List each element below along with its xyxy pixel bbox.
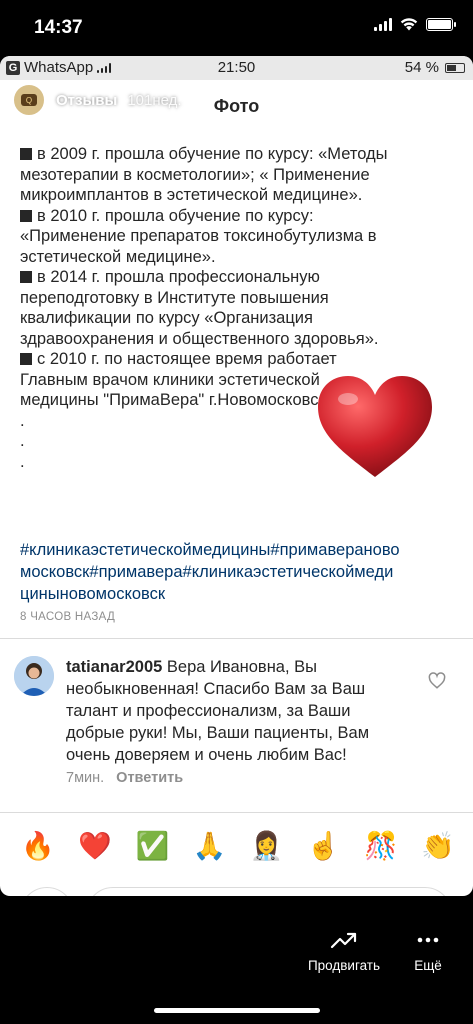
promote-label: Продвигать (307, 958, 381, 973)
promote-button[interactable]: Продвигать (300, 930, 388, 973)
post-timestamp: 8 ЧАСОВ НАЗАД (20, 611, 116, 623)
hashtag-line[interactable]: #клиникаэстетическоймедицины#примаверано… (20, 539, 460, 561)
inner-status-battery: 54 % (404, 59, 439, 76)
caption-line: в 2014 г. прошла профессиональную (20, 267, 460, 288)
caption-line: переподготовку в Институте повышения (20, 288, 460, 309)
caption-line-text: микроимплантов в эстетической медицине». (20, 186, 363, 204)
caption-line: в 2010 г. прошла обучение по курсу: (20, 206, 460, 227)
caption-line: мезотерапии в косметологии»; « Применени… (20, 165, 460, 186)
bullet-square-icon (20, 148, 32, 160)
caption-line-text: квалификации по курсу «Организация (20, 309, 313, 327)
caption-line-text: мезотерапии в косметологии»; « Применени… (20, 165, 370, 184)
comment-line-text: Вера Ивановна, Вы (166, 658, 318, 676)
caption-line-text: в 2014 г. прошла профессиональную (37, 268, 320, 286)
caption-line: в 2009 г. прошла обучение по курсу: «Мет… (20, 144, 460, 165)
post-hashtags[interactable]: #клиникаэстетическоймедицины#примаверано… (20, 539, 460, 605)
caption-line: «Применение препаратов токсинобутулизма … (20, 226, 460, 247)
more-button[interactable]: Ещё (398, 930, 458, 973)
close-icon[interactable] (427, 80, 459, 112)
caption-line-text: здравоохранения и общественного здоровья… (20, 329, 379, 348)
caption-line-text: медицины "ПримаВера" г.Новомосковск (20, 391, 326, 409)
story-user[interactable]: Q Отзывы 101нед. (12, 83, 182, 117)
emoji-reaction-button[interactable]: 🙏 (189, 828, 229, 864)
os-time: 14:37 (34, 17, 83, 38)
caption-line-text: . (20, 411, 25, 430)
comment-time: 7мин. (66, 770, 105, 786)
comment-avatar[interactable] (14, 656, 54, 696)
more-dots-icon (417, 937, 439, 943)
hashtag-line[interactable]: циныновомосковск (20, 583, 460, 605)
comment-line: необыкновенная! Спасибо Вам за Ваш (66, 678, 426, 700)
comment-line: tatianar2005 Вера Ивановна, Вы (66, 656, 426, 678)
caption-line-text: в 2009 г. прошла обучение по курсу: «Мет… (37, 145, 388, 163)
more-label: Ещё (414, 958, 442, 973)
story-avatar[interactable]: Q (12, 83, 46, 117)
comment-line-text: очень доверяем и очень любим Вас! (66, 746, 347, 764)
comment-input[interactable] (86, 887, 452, 896)
os-status-bar: 14:37 (0, 0, 473, 56)
comment-text: tatianar2005 Вера Ивановна, Вы необыкнове… (66, 656, 426, 766)
cellular-signal-icon (374, 18, 392, 31)
inner-status-bar: G WhatsApp 21:50 54 % (0, 56, 473, 80)
hashtag-line[interactable]: московск#примавера#клиникаэстетическойме… (20, 561, 460, 583)
comment-username[interactable]: tatianar2005 (66, 658, 162, 676)
comment-line-text: добрые руки! Мы, Ваши пациенты, Вам (66, 724, 370, 742)
comment-line: очень доверяем и очень любим Вас! (66, 744, 426, 766)
emoji-reaction-button[interactable]: ✅ (132, 828, 172, 864)
caption-line: здравоохранения и общественного здоровья… (20, 329, 460, 350)
caption-line-text: переподготовку в Институте повышения (20, 288, 329, 307)
caption-line-text: в 2010 г. прошла обучение по курсу: (37, 206, 314, 225)
caption-line-text: Главным врачом клиники эстетической (20, 370, 320, 389)
bullet-square-icon (20, 271, 32, 283)
bullet-square-icon (20, 209, 32, 222)
caption-line-text: с 2010 г. по настоящее время работает (37, 350, 337, 368)
inner-battery-icon (445, 62, 465, 73)
caption-line-text: эстетической медицине». (20, 247, 216, 266)
caption-line: микроимплантов в эстетической медицине». (20, 185, 460, 206)
caption-line-text: «Применение препаратов токсинобутулизма … (20, 227, 377, 245)
caption-line: квалификации по курсу «Организация (20, 308, 460, 329)
story-age: 101нед. (127, 91, 182, 109)
divider (0, 812, 473, 813)
emoji-reaction-button[interactable]: 👩‍⚕️ (247, 828, 287, 864)
battery-icon (426, 18, 456, 31)
emoji-reaction-button[interactable]: 🔥 (18, 828, 58, 864)
emoji-reaction-button[interactable]: ❤️ (75, 828, 115, 864)
caption-line: с 2010 г. по настоящее время работает (20, 349, 460, 370)
caption-line-text: . (20, 452, 25, 471)
svg-text:Q: Q (26, 96, 32, 105)
story-username[interactable]: Отзывы (56, 92, 117, 109)
trending-icon (330, 932, 357, 949)
reply-button[interactable]: Ответить (116, 770, 183, 786)
comment-line-text: талант и профессионализм, за Ваши (66, 702, 351, 720)
emoji-quick-reactions: 🔥 ❤️ ✅ 🙏 👩‍⚕️ ☝️ 🎊 👏 (18, 828, 458, 864)
os-status-icons (374, 18, 456, 31)
comment-line: талант и профессионализм, за Ваши (66, 700, 426, 722)
caption-line: эстетической медицине». (20, 247, 460, 268)
inner-status-time: 21:50 (217, 59, 256, 76)
emoji-reaction-button[interactable]: ☝️ (304, 828, 344, 864)
divider (0, 638, 473, 639)
like-heart-icon[interactable] (428, 672, 446, 690)
emoji-reaction-button[interactable]: 👏 (418, 828, 458, 864)
story-actions: Продвигать Ещё (0, 912, 473, 992)
composer-avatar (20, 887, 74, 896)
comment-meta: 7мин. Ответить (66, 770, 183, 786)
emoji-reaction-button[interactable]: 🎊 (361, 828, 401, 864)
wifi-icon (400, 18, 418, 31)
comment-composer (0, 884, 473, 896)
heart-sticker-icon (318, 376, 432, 477)
comment-line-text: необыкновенная! Спасибо Вам за Ваш (66, 680, 366, 698)
home-indicator[interactable] (154, 1008, 320, 1013)
bullet-square-icon (20, 353, 32, 365)
caption-line-text: . (20, 432, 25, 450)
comment-line: добрые руки! Мы, Ваши пациенты, Вам (66, 722, 426, 744)
